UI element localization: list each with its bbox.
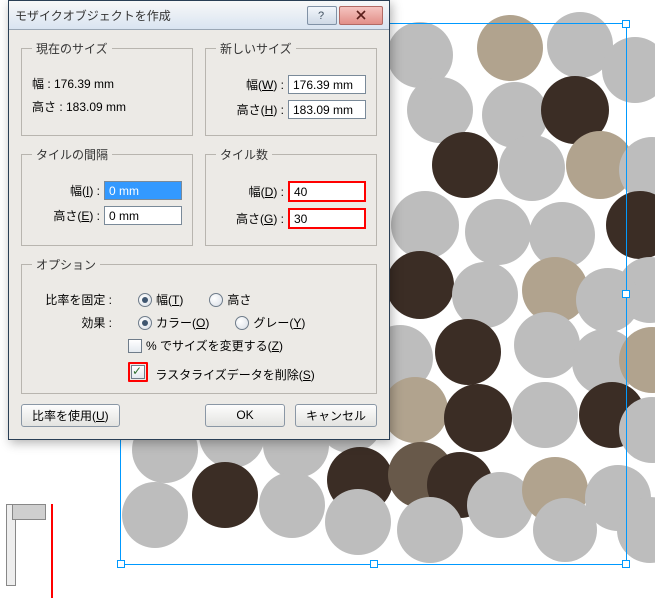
constrain-ratio-label: 比率を固定 : [40, 291, 112, 308]
close-button[interactable] [339, 6, 383, 25]
group-current-size: 現在のサイズ 幅 : 176.39 mm 高さ : 183.09 mm [21, 40, 193, 136]
checkbox-icon [131, 365, 145, 379]
spacing-width-label: 幅(I) : [32, 182, 100, 199]
handle-bottom-left[interactable] [117, 560, 125, 568]
radio-dot-icon [209, 293, 223, 307]
legend-tile-spacing: タイルの間隔 [32, 146, 112, 163]
new-height-input[interactable] [288, 100, 366, 119]
handle-bottom[interactable] [370, 560, 378, 568]
radio-dot-icon [235, 316, 249, 330]
help-button[interactable]: ? [307, 6, 337, 25]
current-width: 幅 : 176.39 mm [32, 75, 182, 92]
spacing-height-label: 高さ(E) : [32, 207, 100, 224]
count-width-label: 幅(D) : [216, 183, 284, 200]
count-height-label: 高さ(G) : [216, 210, 284, 227]
radio-dot-icon [138, 316, 152, 330]
legend-current-size: 現在のサイズ [32, 40, 112, 57]
effect-gray-radio[interactable]: グレー(Y) [235, 314, 305, 331]
effect-color-radio[interactable]: カラー(O) [138, 314, 209, 331]
radio-dot-icon [138, 293, 152, 307]
current-height: 高さ : 183.09 mm [32, 98, 182, 115]
group-new-size: 新しいサイズ 幅(W) : 高さ(H) : [205, 40, 377, 136]
use-ratio-button[interactable]: 比率を使用(U) [21, 404, 120, 427]
svg-text:?: ? [318, 10, 324, 20]
ratio-width-radio[interactable]: 幅(T) [138, 291, 183, 308]
delete-raster-check[interactable] [128, 362, 148, 382]
dialog-title: モザイクオブジェクトを作成 [15, 7, 307, 24]
cancel-button[interactable]: キャンセル [295, 404, 377, 427]
new-width-input[interactable] [288, 75, 366, 94]
effect-label: 効果 : [40, 314, 112, 331]
handle-top-right[interactable] [622, 20, 630, 28]
checkbox-icon [128, 339, 142, 353]
spacing-width-input[interactable] [104, 181, 182, 200]
legend-options: オプション [32, 256, 100, 273]
legend-tile-count: タイル数 [216, 146, 272, 163]
count-height-input[interactable] [288, 208, 366, 229]
handle-right[interactable] [622, 290, 630, 298]
ruler-corner [0, 500, 60, 600]
ratio-height-radio[interactable]: 高さ [209, 291, 251, 308]
mosaic-dialog: モザイクオブジェクトを作成 ? 現在のサイズ 幅 : 176.39 mm 高さ … [8, 0, 390, 440]
group-tile-spacing: タイルの間隔 幅(I) : 高さ(E) : [21, 146, 193, 246]
legend-new-size: 新しいサイズ [216, 40, 296, 57]
ok-button[interactable]: OK [205, 404, 285, 427]
spacing-height-input[interactable] [104, 206, 182, 225]
group-tile-count: タイル数 幅(D) : 高さ(G) : [205, 146, 377, 246]
count-width-input[interactable] [288, 181, 366, 202]
new-height-label: 高さ(H) : [216, 101, 284, 118]
group-options: オプション 比率を固定 : 幅(T) 高さ 効果 : カラー(O) [21, 256, 377, 394]
titlebar[interactable]: モザイクオブジェクトを作成 ? [9, 1, 389, 30]
new-width-label: 幅(W) : [216, 76, 284, 93]
handle-bottom-right[interactable] [622, 560, 630, 568]
resize-percent-check[interactable]: % でサイズを変更する(Z) [128, 337, 283, 354]
